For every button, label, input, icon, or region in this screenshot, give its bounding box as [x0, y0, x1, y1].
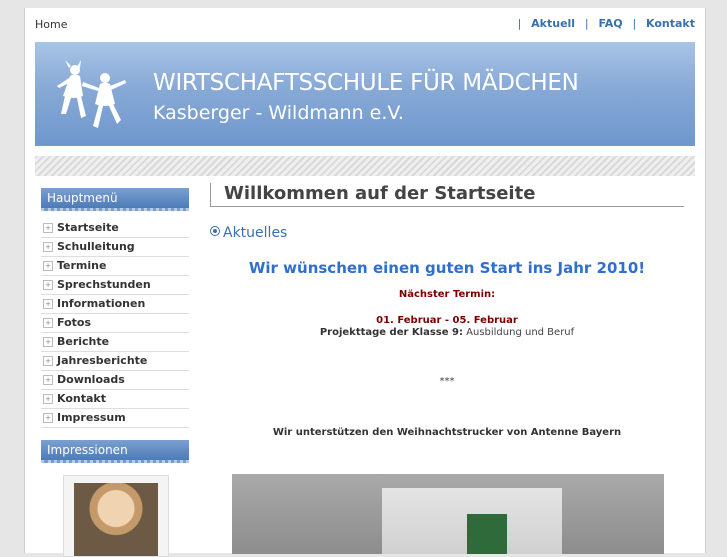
plus-box-icon: + — [43, 242, 53, 252]
page-title: Willkommen auf der Startseite — [210, 183, 684, 207]
menu-item-kontakt[interactable]: + Kontakt — [41, 390, 189, 409]
nav-faq[interactable]: FAQ — [598, 17, 622, 30]
menu-item-informationen[interactable]: + Informationen — [41, 295, 189, 314]
nav-aktuell[interactable]: Aktuell — [531, 17, 575, 30]
dancing-girls-logo — [57, 60, 126, 128]
nav-separator: | — [632, 17, 637, 30]
plus-box-icon: + — [43, 413, 53, 423]
plus-box-icon: + — [43, 337, 53, 347]
menu-item-label: Schulleitung — [57, 240, 135, 253]
nav-separator: | — [517, 17, 522, 30]
section-heading: Aktuelles — [210, 225, 684, 241]
section-heading-label: Aktuelles — [223, 225, 288, 241]
main-content: Willkommen auf der Startseite Aktuelles … — [210, 183, 684, 554]
menu-item-label: Downloads — [57, 373, 125, 386]
menu-item-downloads[interactable]: + Downloads — [41, 371, 189, 390]
menu-item-jahresberichte[interactable]: + Jahresberichte — [41, 352, 189, 371]
main-menu: + Startseite + Schulleitung + Termine + Spre… — [41, 219, 189, 428]
plus-box-icon: + — [43, 261, 53, 271]
menu-item-termine[interactable]: + Termine — [41, 257, 189, 276]
plus-box-icon: + — [43, 375, 53, 385]
menu-item-label: Startseite — [57, 221, 119, 234]
nav-kontakt[interactable]: Kontakt — [646, 17, 695, 30]
menu-item-label: Jahresberichte — [57, 354, 148, 367]
menu-item-label: Impressum — [57, 411, 126, 424]
plus-box-icon: + — [43, 280, 53, 290]
photo-green-door — [467, 514, 507, 554]
project-days-label: Projekttage der Klasse 9: — [319, 327, 463, 338]
support-note: Wir unterstützen den Weihnachtstrucker v… — [272, 427, 622, 438]
plus-box-icon: + — [43, 318, 53, 328]
menu-item-impressum[interactable]: + Impressum — [41, 409, 189, 428]
menu-item-label: Termine — [57, 259, 107, 272]
menu-item-startseite[interactable]: + Startseite — [41, 219, 189, 238]
top-nav: | Aktuell | FAQ | Kontakt — [512, 17, 695, 30]
radio-circle-icon — [210, 226, 220, 236]
plus-box-icon: + — [43, 223, 53, 233]
menu-item-label: Berichte — [57, 335, 110, 348]
menu-item-fotos[interactable]: + Fotos — [41, 314, 189, 333]
project-days-line: Projekttage der Klasse 9: Ausbildung und… — [210, 327, 684, 338]
menu-item-label: Sprechstunden — [57, 278, 151, 291]
home-link[interactable]: Home — [35, 18, 67, 31]
main-menu-heading: Hauptmenü — [41, 188, 189, 211]
menu-item-schulleitung[interactable]: + Schulleitung — [41, 238, 189, 257]
plus-box-icon: + — [43, 356, 53, 366]
menu-item-label: Fotos — [57, 316, 91, 329]
menu-item-berichte[interactable]: + Berichte — [41, 333, 189, 352]
decorative-stripe — [35, 156, 695, 176]
building-photo — [232, 474, 664, 554]
page: Home | Aktuell | FAQ | Kontakt WIRTSCHAF… — [24, 8, 706, 557]
next-date-label: Nächster Termin: — [398, 289, 496, 300]
greeting-headline: Wir wünschen einen guten Start ins Jahr … — [248, 259, 646, 277]
sidebar: Hauptmenü + Startseite + Schulleitung + Ter… — [35, 188, 195, 557]
menu-item-label: Informationen — [57, 297, 146, 310]
plus-box-icon: + — [43, 299, 53, 309]
banner-subtitle: Kasberger - Wildmann e.V. — [153, 102, 404, 124]
project-days-text: Ausbildung und Beruf — [466, 327, 575, 338]
banner-title: WIRTSCHAFTSSCHULE FÜR MÄDCHEN — [153, 70, 579, 96]
impressions-heading: Impressionen — [41, 440, 189, 463]
nav-separator: | — [584, 17, 589, 30]
divider-stars: *** — [439, 376, 455, 387]
top-bar: Home | Aktuell | FAQ | Kontakt — [35, 8, 695, 40]
plus-box-icon: + — [43, 394, 53, 404]
menu-item-sprechstunden[interactable]: + Sprechstunden — [41, 276, 189, 295]
next-date-value: 01. Februar - 05. Februar — [376, 315, 518, 326]
header-banner: WIRTSCHAFTSSCHULE FÜR MÄDCHEN Kasberger … — [35, 42, 695, 146]
menu-item-label: Kontakt — [57, 392, 106, 405]
impression-photo — [74, 483, 158, 556]
